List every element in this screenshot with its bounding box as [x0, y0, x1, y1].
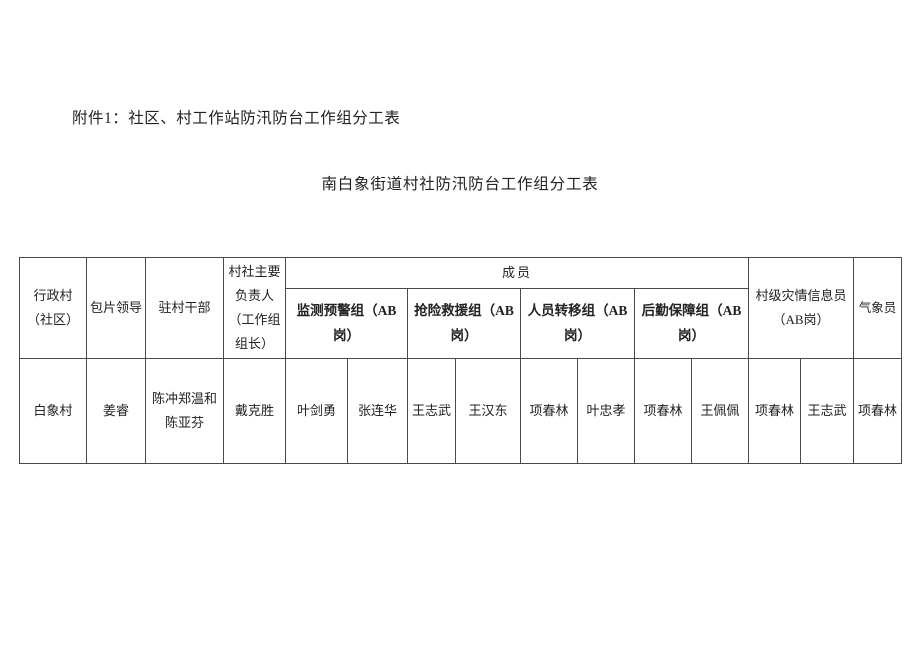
header-subgroup-logistics: 后勤保障组（AB岗）	[633, 287, 750, 360]
cell-village: 白象村	[19, 358, 87, 465]
cell-logistics-a: 项春林	[634, 358, 692, 465]
work-group-table-wrapper: 行政村（社区） 包片领导 驻村干部 村社主要负责人（工作组组长） 成员 村级灾情…	[19, 256, 903, 465]
cell-transfer-b: 叶忠孝	[577, 358, 635, 465]
header-village: 行政村（社区）	[19, 256, 87, 360]
header-subgroup-rescue: 抢险救援组（AB岗）	[407, 287, 521, 360]
header-subgroup-transfer: 人员转移组（AB岗）	[520, 287, 635, 360]
cell-logistics-b: 王佩佩	[690, 358, 750, 465]
cell-stationed-cadre: 陈冲郑温和陈亚芬	[145, 358, 224, 465]
work-group-table: 行政村（社区） 包片领导 驻村干部 村社主要负责人（工作组组长） 成员 村级灾情…	[19, 256, 903, 465]
cell-transfer-a: 项春林	[520, 358, 578, 465]
header-members-group: 成员	[284, 257, 750, 289]
header-stationed-cadre: 驻村干部	[145, 256, 224, 360]
cell-chief-officer: 戴克胜	[223, 358, 286, 465]
document-page: 附件1：社区、村工作站防汛防台工作组分工表 南白象街道村社防汛防台工作组分工表	[0, 0, 920, 651]
table-row: 白象村 姜睿 陈冲郑温和陈亚芬 戴克胜 叶剑勇 张连华 王志武 王汉东 项春林 …	[19, 358, 903, 465]
cell-monitoring-b: 张连华	[347, 358, 408, 465]
cell-monitoring-a: 叶剑勇	[285, 358, 348, 465]
header-subgroup-monitoring: 监测预警组（AB岗）	[285, 287, 408, 360]
page-title: 南白象街道村社防汛防台工作组分工表	[321, 176, 599, 193]
cell-weather: 项春林	[853, 358, 903, 465]
cell-info-a: 项春林	[748, 358, 802, 465]
header-disaster-info-officer: 村级灾情信息员（AB岗）	[748, 256, 855, 360]
header-weather-officer: 气象员	[853, 256, 903, 360]
header-area-leader: 包片领导	[86, 256, 146, 360]
cell-rescue-a: 王志武	[407, 358, 456, 465]
cell-info-b: 王志武	[800, 358, 855, 465]
cell-area-leader: 姜睿	[86, 358, 146, 465]
table-header-row-group: 行政村（社区） 包片领导 驻村干部 村社主要负责人（工作组组长） 成员 村级灾情…	[19, 256, 903, 360]
header-chief-officer: 村社主要负责人（工作组组长）	[223, 256, 286, 360]
attachment-label: 附件1：社区、村工作站防汛防台工作组分工表	[72, 110, 401, 127]
cell-rescue-b: 王汉东	[455, 358, 521, 465]
